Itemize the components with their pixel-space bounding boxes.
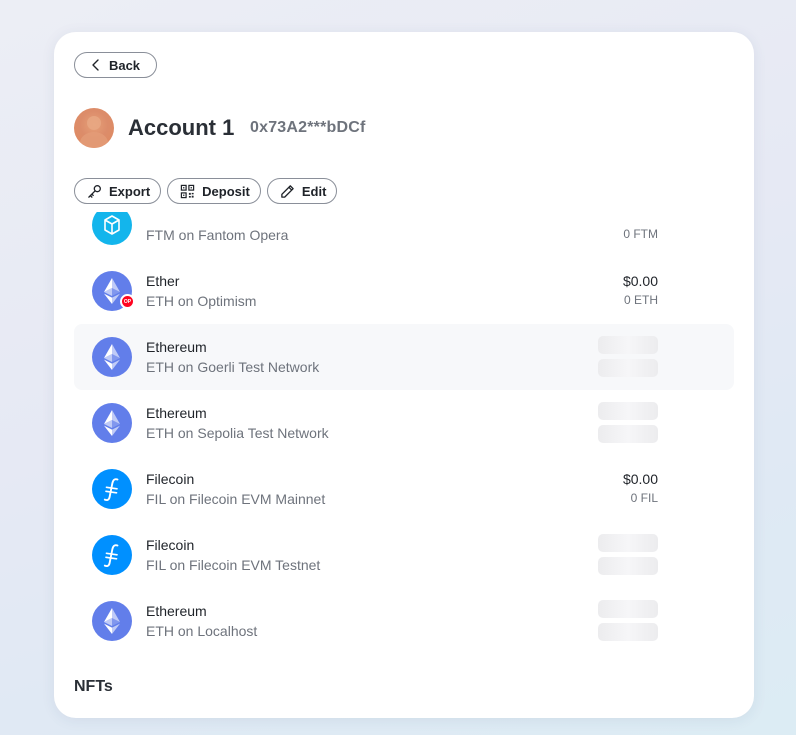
asset-row[interactable]: Ethereum ETH on Sepolia Test Network (74, 390, 734, 456)
loading-skeleton (598, 600, 658, 618)
asset-name: Ethereum (146, 603, 207, 619)
edit-label: Edit (301, 183, 327, 199)
loading-skeleton (598, 623, 658, 641)
asset-name: Ether (146, 273, 180, 289)
optimism-badge-icon: OP (120, 294, 135, 309)
asset-row[interactable]: OP Ether ETH on Optimism $0.00 0 ETH (74, 258, 734, 324)
asset-balance: 0 FTM (623, 227, 658, 241)
nfts-section-title: NFTs (74, 678, 113, 695)
loading-skeleton (598, 336, 658, 354)
asset-fiat-value: $0.00 (622, 471, 658, 487)
chevron-left-icon (92, 59, 99, 71)
asset-network: ETH on Optimism (146, 293, 257, 309)
asset-fiat-value: $0.00 (622, 273, 658, 289)
ethereum-icon (92, 337, 132, 377)
deposit-label: Deposit (202, 183, 250, 199)
account-actions: Export Deposit Edit (74, 178, 338, 204)
deposit-button[interactable]: Deposit (167, 178, 261, 204)
loading-skeleton (598, 425, 658, 443)
asset-list: FTM on Fantom Opera 0 FTM OP Ether ETH o… (74, 212, 734, 672)
asset-network: ETH on Sepolia Test Network (146, 425, 329, 441)
ethereum-icon (92, 601, 132, 641)
back-label: Back (108, 57, 141, 73)
asset-balance: 0 FIL (630, 491, 658, 505)
account-card: Back Account 1 0x73A2***bDCf Export Depo… (54, 32, 754, 718)
asset-balance: 0 ETH (623, 293, 658, 307)
fantom-icon (92, 212, 132, 245)
asset-row[interactable]: FTM on Fantom Opera 0 FTM (74, 212, 734, 258)
asset-network: ETH on Goerli Test Network (146, 359, 320, 375)
asset-row[interactable]: Filecoin FIL on Filecoin EVM Testnet (74, 522, 734, 588)
export-button[interactable]: Export (74, 178, 162, 204)
asset-network: FIL on Filecoin EVM Mainnet (146, 491, 326, 507)
loading-skeleton (598, 534, 658, 552)
account-address[interactable]: 0x73A2***bDCf (250, 119, 366, 137)
avatar (74, 108, 114, 148)
qr-code-icon (180, 184, 195, 198)
filecoin-icon (92, 469, 132, 509)
key-icon (88, 184, 101, 198)
asset-row[interactable]: Filecoin FIL on Filecoin EVM Mainnet $0.… (74, 456, 734, 522)
loading-skeleton (598, 359, 658, 377)
asset-row[interactable]: Ethereum ETH on Localhost (74, 588, 734, 654)
account-name: Account 1 (128, 115, 235, 140)
pencil-icon (281, 184, 294, 198)
asset-network: FIL on Filecoin EVM Testnet (146, 557, 321, 573)
asset-network: FTM on Fantom Opera (146, 227, 289, 243)
back-button[interactable]: Back (74, 52, 157, 78)
export-label: Export (109, 183, 151, 199)
loading-skeleton (598, 557, 658, 575)
filecoin-icon (92, 535, 132, 575)
asset-name: Filecoin (146, 471, 195, 487)
ethereum-icon (92, 403, 132, 443)
asset-row[interactable]: Ethereum ETH on Goerli Test Network (74, 324, 734, 390)
edit-button[interactable]: Edit (266, 178, 338, 204)
loading-skeleton (598, 402, 658, 420)
asset-name: Ethereum (146, 405, 207, 421)
asset-name: Filecoin (146, 537, 195, 553)
asset-name: Ethereum (146, 339, 207, 355)
asset-network: ETH on Localhost (146, 623, 258, 639)
